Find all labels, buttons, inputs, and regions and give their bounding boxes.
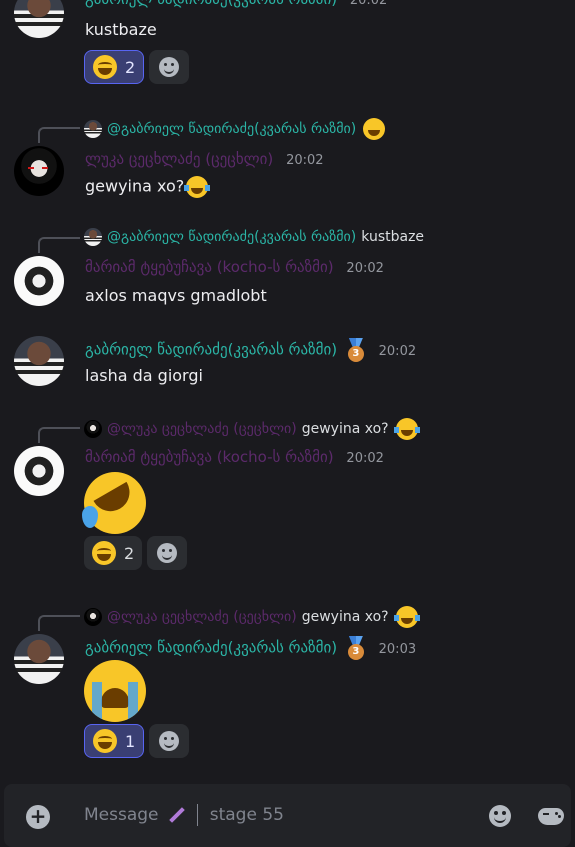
author-name[interactable]: გაბრიელ წადირაძე(კვარას რაზმი) 3 20:03 — [85, 636, 416, 660]
author-name[interactable]: გაბრიელ წადირაძე(კვარას რაზმი) 3 20:02 — [85, 338, 416, 362]
avatar[interactable] — [14, 256, 64, 306]
reactions: 1 — [84, 724, 190, 758]
message-text: kustbaze — [85, 20, 157, 39]
author-name[interactable]: მარიამ ტყებუჩავა (kocho-ს რაზმი) 20:02 — [85, 258, 384, 276]
message-text: axlos maqvs gmadlobt — [85, 286, 267, 305]
plus-icon[interactable]: + — [26, 805, 50, 829]
reactions: 2 — [84, 50, 190, 84]
avatar[interactable] — [14, 336, 64, 386]
laughing-emoji-icon — [363, 118, 386, 140]
reaction-count: 1 — [125, 731, 136, 751]
reply-connector — [38, 427, 80, 443]
timestamp: 20:02 — [346, 451, 384, 466]
message-list: გაბრიელ წადირაძე(კვარას რაზმი) 20:02 kus… — [0, 0, 575, 780]
placeholder-suffix: stage 55 — [209, 805, 284, 825]
reply-preview[interactable]: @ლუკა ცეცხლაძე (ცეცხლი) gewyina xo? — [84, 606, 420, 628]
add-reaction-icon — [159, 731, 180, 751]
reply-preview[interactable]: @გაბრიელ წადირაძე(კვარას რაზმი) — [84, 118, 386, 140]
reaction-laughing[interactable]: 2 — [84, 536, 143, 570]
avatar[interactable] — [14, 446, 64, 496]
author-name[interactable]: გაბრიელ წადირაძე(კვარას რაზმი) 20:02 — [85, 0, 387, 8]
add-reaction-button[interactable] — [149, 724, 190, 758]
timestamp: 20:02 — [346, 261, 384, 276]
joy-emoji-icon — [393, 418, 420, 440]
medal-icon: 3 — [346, 338, 366, 362]
text-cursor — [197, 804, 199, 826]
add-reaction-icon — [157, 543, 178, 563]
medal-rank: 3 — [347, 644, 364, 660]
reply-avatar — [84, 420, 102, 438]
message-text-label: gewyina xo? — [85, 176, 185, 196]
laughing-emoji-icon — [92, 541, 116, 565]
avatar[interactable] — [14, 146, 64, 196]
sob-emoji-icon — [84, 660, 146, 722]
author-label: გაბრიელ წადირაძე(კვარას რაზმი) — [85, 638, 338, 657]
reply-connector — [38, 127, 80, 143]
eye-mark — [28, 167, 34, 169]
reply-avatar — [84, 228, 102, 246]
placeholder-prefix: Message — [84, 805, 159, 825]
reply-text: gewyina xo? — [301, 609, 389, 625]
reply-avatar — [84, 120, 102, 138]
laughing-emoji-icon — [93, 55, 117, 79]
reply-preview[interactable]: @ლუკა ცეცხლაძე (ცეცხლი) gewyina xo? — [84, 418, 420, 440]
message-input[interactable]: Message stage 55 — [84, 804, 284, 826]
timestamp: 20:03 — [378, 641, 417, 657]
author-name[interactable]: მარიამ ტყებუჩავა (kocho-ს რაზმი) 20:02 — [85, 448, 384, 466]
reaction-count: 2 — [125, 57, 136, 77]
reply-preview[interactable]: @გაბრიელ წადირაძე(კვარას რაზმი) kustbaze — [84, 228, 424, 246]
reply-author: @გაბრიელ წადირაძე(კვარას რაზმი) — [107, 229, 357, 245]
reaction-laughing[interactable]: 2 — [84, 50, 145, 84]
medal-icon: 3 — [346, 636, 366, 660]
reply-author: @ლუკა ცეცხლაძე (ცეცხლი) — [107, 421, 297, 437]
rofl-emoji-icon — [82, 472, 146, 534]
add-reaction-button[interactable] — [149, 50, 190, 84]
author-label: ლუკა ცეცხლაძე (ცეცხლი) — [85, 150, 274, 168]
author-label: გაბრიელ წადირაძე(კვარას რაზმი) — [85, 340, 338, 359]
author-label: მარიამ ტყებუჩავა (kocho-ს რაზმი) — [85, 258, 334, 276]
reply-text: kustbaze — [361, 229, 425, 245]
reaction-count: 2 — [124, 543, 135, 563]
author-label: მარიამ ტყებუჩავა (kocho-ს რაზმი) — [85, 448, 334, 466]
timestamp: 20:02 — [378, 343, 417, 359]
reply-author: @გაბრიელ წადირაძე(კვარას რაზმი) — [107, 121, 357, 137]
add-reaction-button[interactable] — [147, 536, 188, 570]
reply-avatar — [84, 608, 102, 626]
eye-mark — [42, 167, 48, 169]
gamepad-icon[interactable] — [538, 808, 564, 825]
emoji-picker-icon[interactable] — [489, 805, 511, 827]
avatar[interactable] — [14, 634, 64, 684]
medal-rank: 3 — [347, 346, 364, 362]
avatar[interactable] — [14, 0, 64, 38]
pencil-icon — [169, 807, 185, 823]
reactions: 2 — [84, 536, 188, 570]
reply-connector — [38, 615, 80, 631]
timestamp: 20:02 — [286, 153, 324, 168]
message-text: gewyina xo? — [85, 176, 211, 198]
laughing-emoji-icon — [93, 729, 117, 753]
reply-text: gewyina xo? — [301, 421, 389, 437]
author-name[interactable]: ლუკა ცეცხლაძე (ცეცხლი) 20:02 — [85, 150, 324, 168]
add-reaction-icon — [159, 57, 180, 77]
joy-emoji-icon — [184, 176, 211, 198]
message-text: lasha da giorgi — [85, 366, 203, 385]
reaction-laughing[interactable]: 1 — [84, 724, 145, 758]
timestamp: 20:02 — [349, 0, 388, 8]
joy-emoji-icon — [393, 606, 420, 628]
reply-connector — [38, 237, 80, 253]
message-composer[interactable]: + Message stage 55 — [4, 784, 571, 847]
author-label: გაბრიელ წადირაძე(კვარას რაზმი) — [85, 0, 337, 8]
reply-author: @ლუკა ცეცხლაძე (ცეცხლი) — [107, 609, 297, 625]
